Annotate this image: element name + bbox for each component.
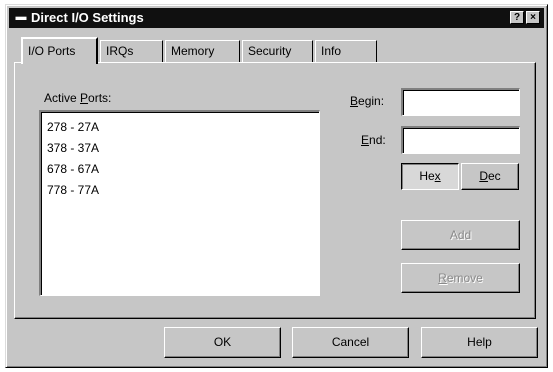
tab-memory[interactable]: Memory bbox=[165, 40, 240, 62]
list-item[interactable]: 378 - 37A bbox=[47, 138, 319, 159]
active-ports-label: Active Ports: bbox=[44, 91, 112, 105]
help-icon[interactable]: ? bbox=[510, 11, 524, 24]
tab-io-ports[interactable]: I/O Ports bbox=[21, 37, 98, 64]
window-title: Direct I/O Settings bbox=[31, 10, 144, 25]
cancel-button[interactable]: Cancel bbox=[292, 327, 409, 358]
dec-button[interactable]: Dec bbox=[461, 163, 519, 190]
add-button[interactable]: Add bbox=[401, 220, 520, 250]
begin-field[interactable] bbox=[401, 88, 520, 116]
help-button[interactable]: Help bbox=[421, 327, 538, 358]
dash-menu-icon[interactable]: ▬ bbox=[14, 11, 28, 23]
list-item[interactable]: 678 - 67A bbox=[47, 159, 319, 180]
begin-label: Begin: bbox=[350, 94, 385, 108]
tab-info[interactable]: Info bbox=[315, 40, 377, 62]
remove-button[interactable]: Remove bbox=[401, 263, 520, 293]
tab-irqs[interactable]: IRQs bbox=[100, 40, 163, 62]
ok-button[interactable]: OK bbox=[164, 327, 281, 358]
end-label: End: bbox=[361, 133, 386, 147]
active-ports-list[interactable]: 278 - 27A 378 - 37A 678 - 67A 778 - 77A bbox=[39, 110, 320, 296]
list-item[interactable]: 778 - 77A bbox=[47, 180, 319, 201]
hex-button[interactable]: Hex bbox=[401, 163, 459, 190]
list-item[interactable]: 278 - 27A bbox=[47, 117, 319, 138]
title-bar[interactable]: ▬ Direct I/O Settings ? × bbox=[9, 8, 544, 28]
close-icon[interactable]: × bbox=[526, 11, 540, 24]
tab-security[interactable]: Security bbox=[242, 40, 313, 62]
end-field[interactable] bbox=[401, 126, 520, 154]
